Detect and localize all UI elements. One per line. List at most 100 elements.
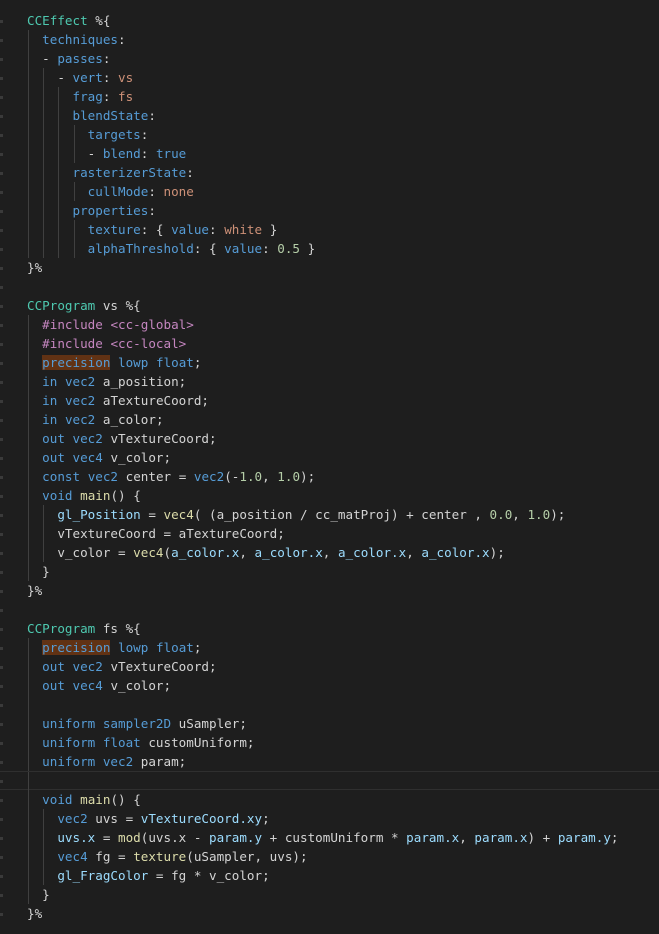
code-line[interactable] [0, 600, 659, 619]
code-line[interactable]: uniform vec2 param; [0, 752, 659, 771]
code-token: vTextureCoord = aTextureCoord; [57, 526, 285, 541]
code-token: uniform [42, 735, 96, 750]
code-token: vec2 [57, 811, 88, 826]
code-line[interactable]: } [0, 562, 659, 581]
code-line[interactable]: alphaThreshold: { value: 0.5 } [0, 239, 659, 258]
code-token: void [42, 792, 73, 807]
code-line[interactable]: CCEffect %{ [0, 11, 659, 30]
code-line[interactable]: }% [0, 904, 659, 923]
code-token: a_color.x [254, 545, 323, 560]
code-line[interactable]: blendState: [0, 106, 659, 125]
code-token: float [102, 735, 141, 750]
code-line[interactable]: rasterizerState: [0, 163, 659, 182]
indent-guide [28, 353, 29, 372]
code-line[interactable]: in vec2 a_color; [0, 410, 659, 429]
code-line[interactable]: void main() { [0, 790, 659, 809]
code-line[interactable]: uvs.x = mod(uvs.x - param.y + customUnif… [0, 828, 659, 847]
code-token: targets [87, 127, 141, 142]
code-line[interactable]: void main() { [0, 486, 659, 505]
indent-guide [28, 752, 29, 771]
code-line[interactable]: - vert: vs [0, 68, 659, 87]
code-line[interactable]: in vec2 a_position; [0, 372, 659, 391]
code-token: ); [550, 507, 566, 522]
code-line[interactable]: uniform float customUniform; [0, 733, 659, 752]
code-line[interactable]: v_color = vec4(a_color.x, a_color.x, a_c… [0, 543, 659, 562]
indent-guide [28, 790, 29, 809]
code-line[interactable] [0, 695, 659, 714]
code-token: vec2 [102, 754, 134, 769]
code-line[interactable]: }% [0, 581, 659, 600]
code-line[interactable]: gl_FragColor = fg * v_color; [0, 866, 659, 885]
code-token: uniform [42, 716, 96, 731]
indent-guide [28, 524, 29, 543]
code-token: sampler2D [102, 716, 172, 731]
code-line[interactable]: vec2 uvs = vTextureCoord.xy; [0, 809, 659, 828]
code-token: gl_FragColor [57, 868, 149, 883]
code-line[interactable]: in vec2 aTextureCoord; [0, 391, 659, 410]
code-token: out [42, 450, 65, 465]
code-token: float [155, 640, 194, 655]
indent-guide [58, 182, 60, 201]
code-line[interactable]: precision lowp float; [0, 353, 659, 372]
code-token: param.y [557, 830, 611, 845]
code-line[interactable]: texture: { value: white } [0, 220, 659, 239]
code-line[interactable]: frag: fs [0, 87, 659, 106]
code-line[interactable]: out vec4 v_color; [0, 448, 659, 467]
code-line[interactable]: out vec2 vTextureCoord; [0, 429, 659, 448]
code-token: a_color; [95, 412, 164, 427]
code-line[interactable]: vec4 fg = texture(uSampler, uvs); [0, 847, 659, 866]
code-line[interactable]: cullMode: none [0, 182, 659, 201]
code-line[interactable]: CCProgram fs %{ [0, 619, 659, 638]
indent-guide [28, 30, 29, 49]
code-line[interactable]: gl_Position = vec4( (a_position / cc_mat… [0, 505, 659, 524]
code-token: vec2 [193, 469, 225, 484]
code-line[interactable]: #include <cc-global> [0, 315, 659, 334]
code-token: CCProgram [27, 621, 96, 636]
code-line[interactable]: techniques: [0, 30, 659, 49]
indent-guide [58, 144, 60, 163]
code-line[interactable]: CCProgram vs %{ [0, 296, 659, 315]
code-line[interactable]: #include <cc-local> [0, 334, 659, 353]
code-token: value [224, 241, 263, 256]
indent-guide [28, 828, 29, 847]
code-token: vec4 [133, 545, 164, 560]
indent-guide [28, 657, 29, 676]
code-line[interactable]: precision lowp float; [0, 638, 659, 657]
code-line[interactable]: } [0, 885, 659, 904]
code-token: precision [42, 355, 111, 370]
code-token: CCProgram [27, 298, 96, 313]
code-line[interactable]: targets: [0, 125, 659, 144]
code-line[interactable]: - passes: [0, 49, 659, 68]
code-token: 0.5 [277, 241, 301, 256]
indent-guide [43, 239, 45, 258]
code-line[interactable] [0, 771, 659, 791]
code-token: vec2 [64, 393, 96, 408]
indent-guide [58, 239, 60, 258]
code-editor[interactable]: CCEffect %{ techniques: - passes: - vert… [0, 0, 659, 934]
code-line[interactable]: vTextureCoord = aTextureCoord; [0, 524, 659, 543]
code-line[interactable]: properties: [0, 201, 659, 220]
code-token: ; [193, 355, 202, 370]
code-token: () { [110, 792, 141, 807]
code-lines[interactable]: CCEffect %{ techniques: - passes: - vert… [0, 11, 659, 923]
indent-guide [28, 239, 29, 258]
indent-guide [73, 125, 75, 144]
code-line[interactable]: - blend: true [0, 144, 659, 163]
indent-guide [43, 125, 45, 144]
indent-guide [28, 334, 29, 353]
code-line[interactable]: const vec2 center = vec2(-1.0, 1.0); [0, 467, 659, 486]
code-line[interactable]: out vec2 vTextureCoord; [0, 657, 659, 676]
code-line[interactable]: out vec4 v_color; [0, 676, 659, 695]
code-token: } [300, 241, 316, 256]
code-line[interactable]: }% [0, 258, 659, 277]
indent-guide [73, 220, 75, 239]
indent-guide [73, 239, 75, 258]
code-line[interactable]: uniform sampler2D uSampler; [0, 714, 659, 733]
code-token: #include [42, 317, 103, 332]
code-line[interactable] [0, 277, 659, 296]
indent-guide [28, 543, 29, 562]
